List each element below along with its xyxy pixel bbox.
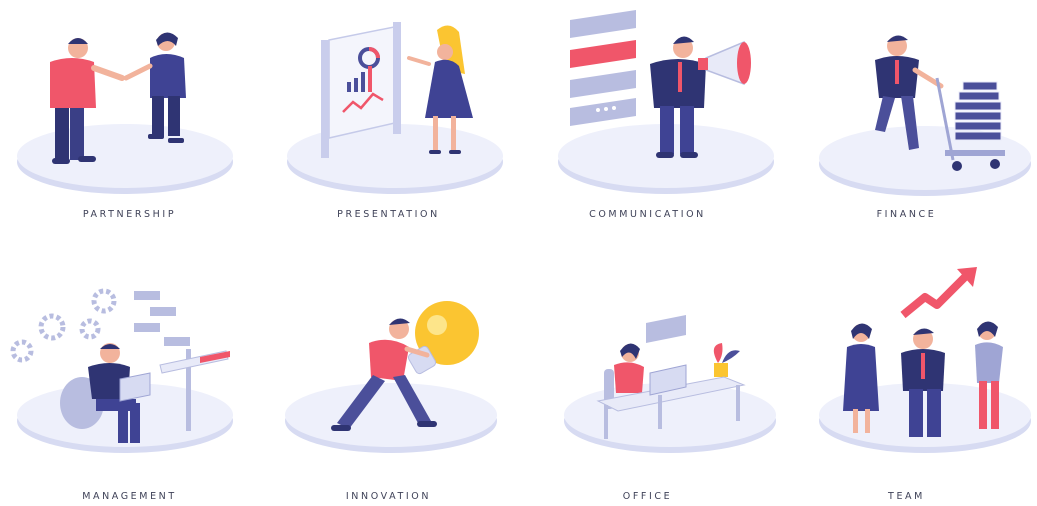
tile-communication: COMMUNICATION [518,0,777,253]
tile-partnership: PARTNERSHIP [0,0,259,253]
tile-team: TEAM [777,253,1036,506]
caption-presentation: PRESENTATION [337,209,440,220]
caption-management: MANAGEMENT [82,491,177,502]
caption-finance: FINANCE [876,209,937,220]
desk-icon [564,315,776,453]
caption-innovation: INNOVATION [345,491,432,502]
tile-innovation: INNOVATION [259,253,518,506]
tile-office: OFFICE [518,253,777,506]
tile-management: MANAGEMENT [0,253,259,506]
caption-office: OFFICE [622,491,673,502]
lightbulb-icon [285,301,497,453]
caption-communication: COMMUNICATION [589,209,706,220]
gears-laptop-icon [10,288,233,453]
caption-partnership: PARTNERSHIP [82,209,177,220]
tile-presentation: PRESENTATION [259,0,518,253]
tile-finance: FINANCE [777,0,1036,253]
team-growth-icon [819,267,1031,453]
caption-team: TEAM [888,491,925,502]
